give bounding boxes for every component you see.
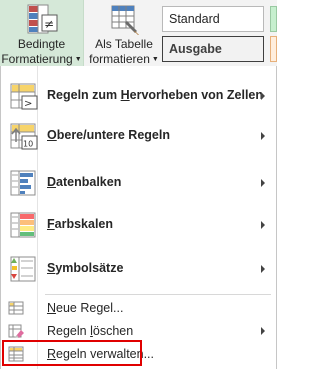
chevron-down-icon: ▼: [74, 56, 82, 63]
menu-item-label: Neue Regel...: [47, 301, 124, 315]
style-good-preview[interactable]: [270, 6, 277, 32]
menu-item-top-bottom-rules[interactable]: 10 Obere/untere Regeln: [1, 116, 276, 156]
format-as-table-icon: [111, 5, 139, 35]
menu-item-data-bars[interactable]: Datenbalken: [1, 163, 276, 203]
ribbon-styles-group: ≠ Bedingte Formatierung ▼ Als Tabelle for…: [0, 0, 277, 66]
conditional-formatting-label-2: Formatierung ▼: [1, 52, 82, 66]
menu-item-label: Regeln zum Hervorheben von Zellen: [47, 88, 264, 102]
format-as-table-label-2: formatieren ▼: [89, 52, 159, 66]
menu-item-color-scales[interactable]: Farbskalen: [1, 205, 276, 245]
top-bottom-rules-icon: 10: [10, 123, 38, 150]
submenu-arrow-icon: [261, 221, 265, 229]
conditional-formatting-button[interactable]: ≠ Bedingte Formatierung ▼: [0, 0, 84, 66]
conditional-formatting-label-1: Bedingte: [17, 37, 66, 51]
chevron-down-icon: ▼: [151, 56, 159, 63]
submenu-arrow-icon: [261, 265, 265, 273]
svg-text:>: >: [24, 99, 32, 110]
color-scales-icon: [10, 212, 36, 238]
icon-sets-icon: [10, 256, 36, 282]
menu-separator: [45, 294, 271, 295]
format-as-table-button[interactable]: Als Tabelle formatieren ▼: [86, 0, 162, 66]
data-bars-icon: [10, 170, 36, 196]
menu-item-label: Symbolsätze: [47, 261, 124, 275]
submenu-arrow-icon: [261, 179, 265, 187]
menu-item-icon-sets[interactable]: Symbolsätze: [1, 249, 276, 289]
manage-rules-highlight-frame: [2, 340, 142, 366]
style-output[interactable]: Ausgabe: [162, 36, 264, 62]
menu-item-label: Obere/untere Regeln: [47, 128, 170, 142]
menu-item-highlight-cells-rules[interactable]: > Regeln zum Hervorheben von Zellen: [1, 76, 276, 116]
submenu-arrow-icon: [261, 327, 265, 335]
menu-item-new-rule[interactable]: Neue Regel...: [1, 296, 276, 320]
cell-styles-gallery: Standard Ausgabe: [162, 3, 277, 63]
svg-text:10: 10: [23, 140, 33, 149]
clear-rules-icon: [8, 324, 24, 338]
submenu-arrow-icon: [261, 92, 265, 100]
svg-text:≠: ≠: [44, 17, 54, 31]
conditional-formatting-menu: > Regeln zum Hervorheben von Zellen 10 O…: [0, 66, 277, 369]
highlight-cells-rules-icon: >: [10, 83, 38, 110]
style-input-preview[interactable]: [270, 36, 277, 62]
format-as-table-label-1: Als Tabelle: [95, 37, 153, 51]
submenu-arrow-icon: [261, 132, 265, 140]
new-rule-icon: [8, 301, 24, 315]
menu-item-label: Datenbalken: [47, 175, 122, 189]
style-standard[interactable]: Standard: [162, 6, 264, 32]
menu-item-label: Regeln löschen: [47, 324, 134, 338]
conditional-formatting-icon: ≠: [27, 4, 58, 34]
menu-item-label: Farbskalen: [47, 217, 114, 231]
